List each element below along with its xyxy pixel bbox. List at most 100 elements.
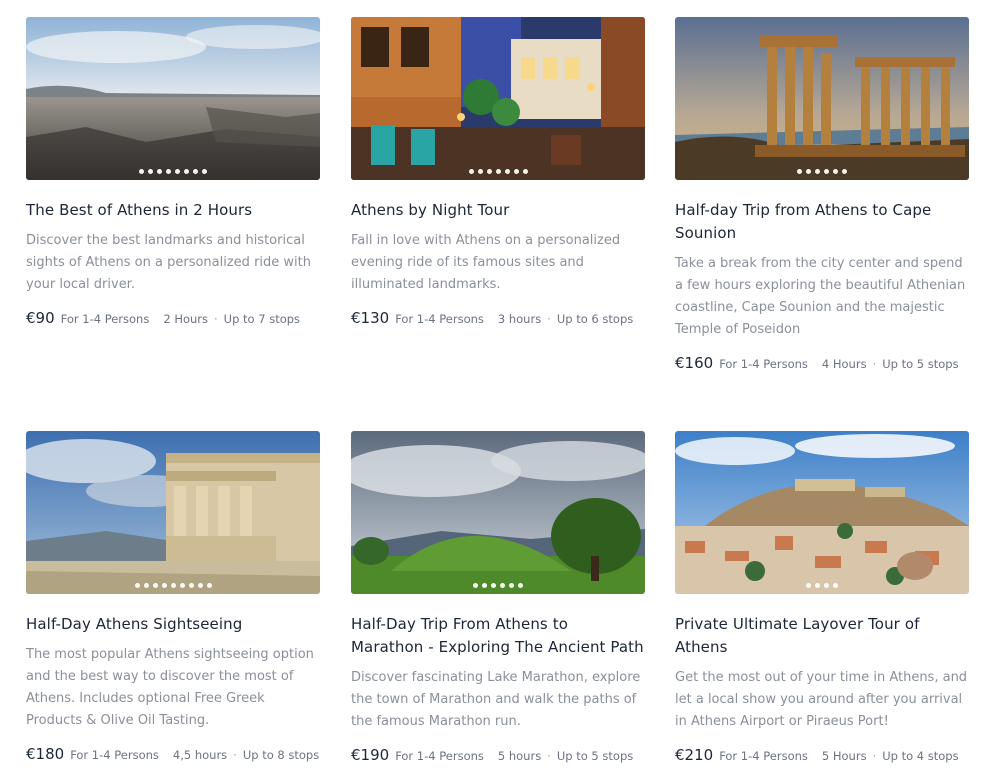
meta-separator: · [547, 749, 551, 763]
tour-description: Discover fascinating Lake Marathon, expl… [351, 670, 641, 729]
tour-card[interactable]: Athens by Night Tour Fall in love with A… [351, 17, 645, 327]
tour-title[interactable]: Half-day Trip from Athens to Cape Sounio… [675, 199, 969, 245]
tour-price: €190 [351, 746, 390, 764]
carousel-dot[interactable] [833, 583, 838, 588]
tour-duration: 5 Hours [821, 749, 867, 763]
tour-title[interactable]: The Best of Athens in 2 Hours [26, 199, 320, 222]
tour-price: €210 [675, 746, 714, 764]
carousel-dot[interactable] [193, 169, 198, 174]
carousel-dot[interactable] [179, 583, 185, 588]
tour-card[interactable]: Half-day Trip from Athens to Cape Sounio… [675, 17, 969, 372]
carousel-dot[interactable] [797, 169, 802, 174]
tour-title[interactable]: Athens by Night Tour [351, 199, 645, 222]
carousel-dot[interactable] [134, 583, 140, 588]
carousel-dot[interactable] [806, 169, 811, 174]
tour-meta: €130 For 1-4 Persons 3 hours · Up to 6 s… [351, 309, 645, 327]
tour-meta: €180 For 1-4 Persons 4,5 hours · Up to 8… [26, 745, 320, 763]
carousel-dot[interactable] [842, 169, 847, 174]
tour-card[interactable]: Private Ultimate Layover Tour of Athens … [675, 431, 969, 764]
tour-meta: €160 For 1-4 Persons 4 Hours · Up to 5 s… [675, 354, 969, 372]
carousel-dot[interactable] [188, 583, 194, 588]
carousel-dot[interactable] [824, 169, 829, 174]
carousel-dot[interactable] [504, 169, 510, 174]
carousel-dot[interactable] [815, 583, 820, 588]
tour-card[interactable]: Half-Day Athens Sightseeing The most pop… [26, 431, 320, 763]
carousel-dot[interactable] [143, 583, 149, 588]
carousel-dot[interactable] [139, 169, 144, 174]
tour-image[interactable] [351, 431, 645, 594]
tour-image[interactable] [675, 431, 969, 594]
carousel-dot[interactable] [513, 169, 519, 174]
tour-card[interactable]: The Best of Athens in 2 Hours Discover t… [26, 17, 320, 327]
tour-image[interactable] [26, 431, 320, 594]
carousel-dots[interactable] [675, 169, 969, 174]
meta-separator: · [233, 748, 237, 762]
tour-card[interactable]: Half-Day Trip From Athens to Marathon - … [351, 431, 645, 764]
carousel-dots[interactable] [26, 583, 320, 588]
carousel-dot[interactable] [473, 583, 478, 588]
tour-price: €130 [351, 309, 390, 327]
carousel-dot[interactable] [806, 583, 811, 588]
carousel-dot[interactable] [161, 583, 167, 588]
carousel-dot[interactable] [522, 169, 528, 174]
carousel-dot[interactable] [175, 169, 180, 174]
tour-stops: Up to 4 stops [882, 749, 959, 763]
tour-stops: Up to 5 stops [882, 357, 959, 371]
tour-meta: €190 For 1-4 Persons 5 hours · Up to 5 s… [351, 746, 645, 764]
tour-description: Get the most out of your time in Athens,… [675, 670, 968, 729]
carousel-dots[interactable] [351, 583, 645, 588]
meta-separator: · [872, 749, 877, 763]
carousel-dot[interactable] [152, 583, 158, 588]
tour-persons: For 1-4 Persons [395, 749, 484, 763]
carousel-dot[interactable] [486, 169, 492, 174]
carousel-dot[interactable] [197, 583, 203, 588]
carousel-dots[interactable] [351, 169, 645, 174]
tour-description: Fall in love with Athens on a personaliz… [351, 233, 621, 292]
carousel-dot[interactable] [500, 583, 505, 588]
erechtheion-caryatids-image [26, 431, 320, 594]
carousel-dot[interactable] [495, 169, 501, 174]
tour-title[interactable]: Half-Day Trip From Athens to Marathon - … [351, 613, 645, 659]
carousel-dot[interactable] [509, 583, 514, 588]
carousel-dots[interactable] [675, 583, 969, 588]
tour-persons: For 1-4 Persons [70, 748, 159, 762]
tour-persons: For 1-4 Persons [60, 312, 150, 326]
tour-stops: Up to 7 stops [223, 312, 301, 326]
carousel-dot[interactable] [202, 169, 207, 174]
carousel-dot[interactable] [482, 583, 487, 588]
temple-of-poseidon-sunset-image [675, 17, 969, 180]
carousel-dot[interactable] [468, 169, 474, 174]
carousel-dot[interactable] [815, 169, 820, 174]
tour-image[interactable] [351, 17, 645, 180]
carousel-dot[interactable] [477, 169, 483, 174]
tour-duration: 4,5 hours [172, 748, 228, 762]
tour-image[interactable] [26, 17, 320, 180]
tour-meta: €90 For 1-4 Persons 2 Hours · Up to 7 st… [26, 309, 320, 327]
carousel-dot[interactable] [148, 169, 153, 174]
carousel-dot[interactable] [184, 169, 189, 174]
carousel-dot[interactable] [491, 583, 496, 588]
tour-persons: For 1-4 Persons [719, 749, 808, 763]
tour-stops: Up to 8 stops [242, 748, 320, 762]
carousel-dot[interactable] [166, 169, 171, 174]
tour-image[interactable] [675, 17, 969, 180]
meta-separator: · [547, 312, 551, 326]
carousel-dot[interactable] [518, 583, 523, 588]
marathon-tumulus-hill-image [351, 431, 645, 594]
tour-description: The most popular Athens sightseeing opti… [26, 647, 314, 728]
tour-title[interactable]: Half-Day Athens Sightseeing [26, 613, 320, 636]
tour-price: €90 [26, 309, 55, 327]
tour-duration: 4 Hours [821, 357, 867, 371]
tour-description: Discover the best landmarks and historic… [26, 233, 311, 292]
tour-price: €180 [26, 745, 65, 763]
carousel-dots[interactable] [26, 169, 320, 174]
tour-title[interactable]: Private Ultimate Layover Tour of Athens [675, 613, 969, 659]
carousel-dot[interactable] [170, 583, 176, 588]
carousel-dot[interactable] [157, 169, 162, 174]
tour-duration: 2 Hours [163, 312, 209, 326]
carousel-dot[interactable] [824, 583, 829, 588]
carousel-dot[interactable] [206, 583, 212, 588]
tour-stops: Up to 6 stops [556, 312, 634, 326]
carousel-dot[interactable] [833, 169, 838, 174]
tour-description: Take a break from the city center and sp… [675, 256, 966, 337]
